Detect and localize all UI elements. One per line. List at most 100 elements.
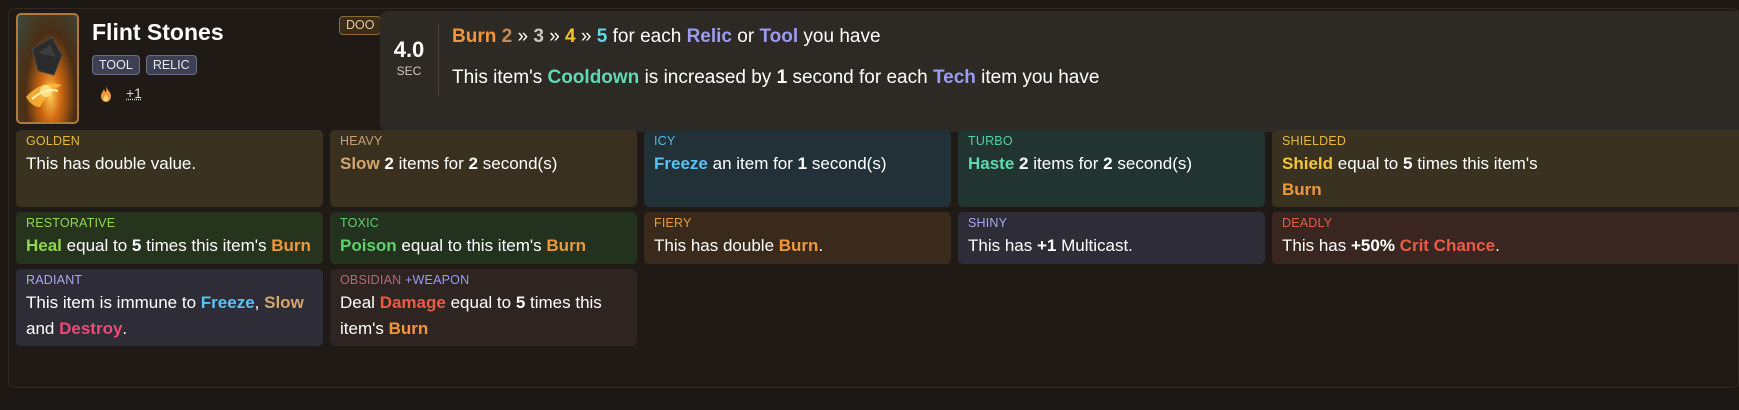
tag-tool[interactable]: TOOL [92,55,140,75]
enchantment-title: TURBO [968,133,1255,149]
keyword-freeze[interactable]: Freeze [654,154,708,173]
enchantment-toxic[interactable]: TOXIC Poison equal to this item's Burn [330,212,637,264]
ability-panel: 4.0 SEC Burn 2 » 3 » 4 » 5 for each Reli… [380,11,1739,132]
keyword-tech[interactable]: Tech [933,67,976,88]
keyword-damage[interactable]: Damage [380,293,446,312]
enchantment-tag-extra: +WEAPON [405,273,469,287]
ench-text-part: times this [530,293,602,312]
ability-line-cooldown: This item's Cooldown is increased by 1 s… [452,67,1099,89]
enchantment-title: GOLDEN [26,133,313,149]
value-number: 5 [516,293,525,312]
enchantment-text: This has +1 Multicast. [968,233,1255,259]
enchantment-golden[interactable]: GOLDEN This has double value. [16,130,323,207]
tag-relic[interactable]: RELIC [146,55,197,75]
enchantment-deadly[interactable]: DEADLY This has +50% Crit Chance. [1272,212,1739,264]
ability-text: second for each [792,67,927,88]
ench-text-part: times this item's [146,236,266,255]
ench-text-part: times this item's [1417,154,1537,173]
enchantment-shiny[interactable]: SHINY This has +1 Multicast. [958,212,1265,264]
enchantment-title: RADIANT [26,272,313,288]
value-number: 2 [384,154,393,173]
keyword-poison[interactable]: Poison [340,236,397,255]
keyword-shield[interactable]: Shield [1282,154,1333,173]
enchantment-obsidian[interactable]: OBSIDIAN +WEAPON Deal Damage equal to 5 … [330,269,637,346]
keyword-freeze[interactable]: Freeze [201,293,255,312]
tier-value-silver: 3 [533,26,544,47]
value-number: +1 [1037,236,1056,255]
keyword-destroy[interactable]: Destroy [59,319,122,338]
ench-text-part: equal to [67,236,128,255]
enchantment-text: Slow 2 items for 2 second(s) [340,151,627,177]
enchantment-text: This has double value. [26,151,313,177]
flame-icon [99,86,113,102]
enchantment-title: RESTORATIVE [26,215,313,231]
enchantment-title: DEADLY [1282,215,1730,231]
ability-text: for each [613,26,682,47]
tier-separator: » [517,26,528,47]
cooldown-display: 4.0 SEC [380,37,438,78]
ability-line-burn: Burn 2 » 3 » 4 » 5 for each Relic or Too… [452,26,881,48]
burn-stack-value: +1 [126,85,142,101]
ench-text-part: This has [1282,236,1346,255]
tier-separator: » [549,26,560,47]
keyword-burn[interactable]: Burn [452,26,496,47]
enchantment-text: This item is immune to Freeze, Slow and … [26,290,313,342]
ench-text-part: equal to [1338,154,1399,173]
keyword-haste[interactable]: Haste [968,154,1014,173]
enchantment-shielded[interactable]: SHIELDED Shield equal to 5 times this it… [1272,130,1739,207]
value-number: 5 [132,236,141,255]
keyword-relic[interactable]: Relic [687,26,732,47]
ench-text-part: item's [340,319,384,338]
enchantment-title: SHIELDED [1282,133,1730,149]
ench-text-part: second(s) [483,154,558,173]
divider [438,25,439,95]
ability-text: or [737,26,754,47]
keyword-slow[interactable]: Slow [340,154,380,173]
keyword-burn[interactable]: Burn [271,236,311,255]
ench-text-part: second(s) [812,154,887,173]
ench-text-part: . [1495,236,1500,255]
enchantment-turbo[interactable]: TURBO Haste 2 items for 2 second(s) [958,130,1265,207]
enchantment-title: HEAVY [340,133,627,149]
ench-text-part: Multicast. [1061,236,1133,255]
keyword-crit-chance[interactable]: Crit Chance [1400,236,1495,255]
ench-text-part: items for [399,154,464,173]
ench-text-part: Deal [340,293,375,312]
enchantment-fiery[interactable]: FIERY This has double Burn. [644,212,951,264]
enchantment-title: TOXIC [340,215,627,231]
enchantment-text: This has +50% Crit Chance. [1282,233,1730,259]
value-number: 2 [1019,154,1028,173]
enchantment-restorative[interactable]: RESTORATIVE Heal equal to 5 times this i… [16,212,323,264]
ench-text-part: This has [968,236,1032,255]
enchantment-text: Heal equal to 5 times this item's Burn [26,233,313,259]
keyword-heal[interactable]: Heal [26,236,62,255]
enchantment-text: Deal Damage equal to 5 times this item's… [340,290,627,342]
tier-value-bronze: 2 [502,26,513,47]
value-number: 1 [777,67,788,88]
enchantment-text: Shield equal to 5 times this item's Burn [1282,151,1562,203]
ench-text-part: and [26,319,54,338]
ability-text: This item's [452,67,542,88]
keyword-burn[interactable]: Burn [1282,180,1322,199]
enchantment-title-text: OBSIDIAN [340,273,401,287]
item-tooltip-card: Flint Stones TOOL RELIC +1 DOO 4.0 SEC B… [8,8,1739,388]
tier-value-diamond: 5 [597,26,608,47]
enchantment-radiant[interactable]: RADIANT This item is immune to Freeze, S… [16,269,323,346]
item-image [16,13,79,124]
ench-text-part: items for [1033,154,1098,173]
ench-text-part: equal to this item's [401,236,541,255]
item-name: Flint Stones [92,19,224,46]
ench-text-part: an item for [713,154,793,173]
enchantment-icy[interactable]: ICY Freeze an item for 1 second(s) [644,130,951,207]
ench-text-part: This item is immune to [26,293,196,312]
keyword-cooldown[interactable]: Cooldown [547,67,639,88]
item-header: Flint Stones TOOL RELIC +1 DOO [16,13,388,125]
keyword-burn[interactable]: Burn [779,236,819,255]
keyword-burn[interactable]: Burn [389,319,429,338]
keyword-tool[interactable]: Tool [759,26,798,47]
ench-text-part: . [818,236,823,255]
keyword-burn[interactable]: Burn [546,236,586,255]
keyword-slow[interactable]: Slow [264,293,304,312]
ench-text-part: This has double [654,236,774,255]
enchantment-heavy[interactable]: HEAVY Slow 2 items for 2 second(s) [330,130,637,207]
